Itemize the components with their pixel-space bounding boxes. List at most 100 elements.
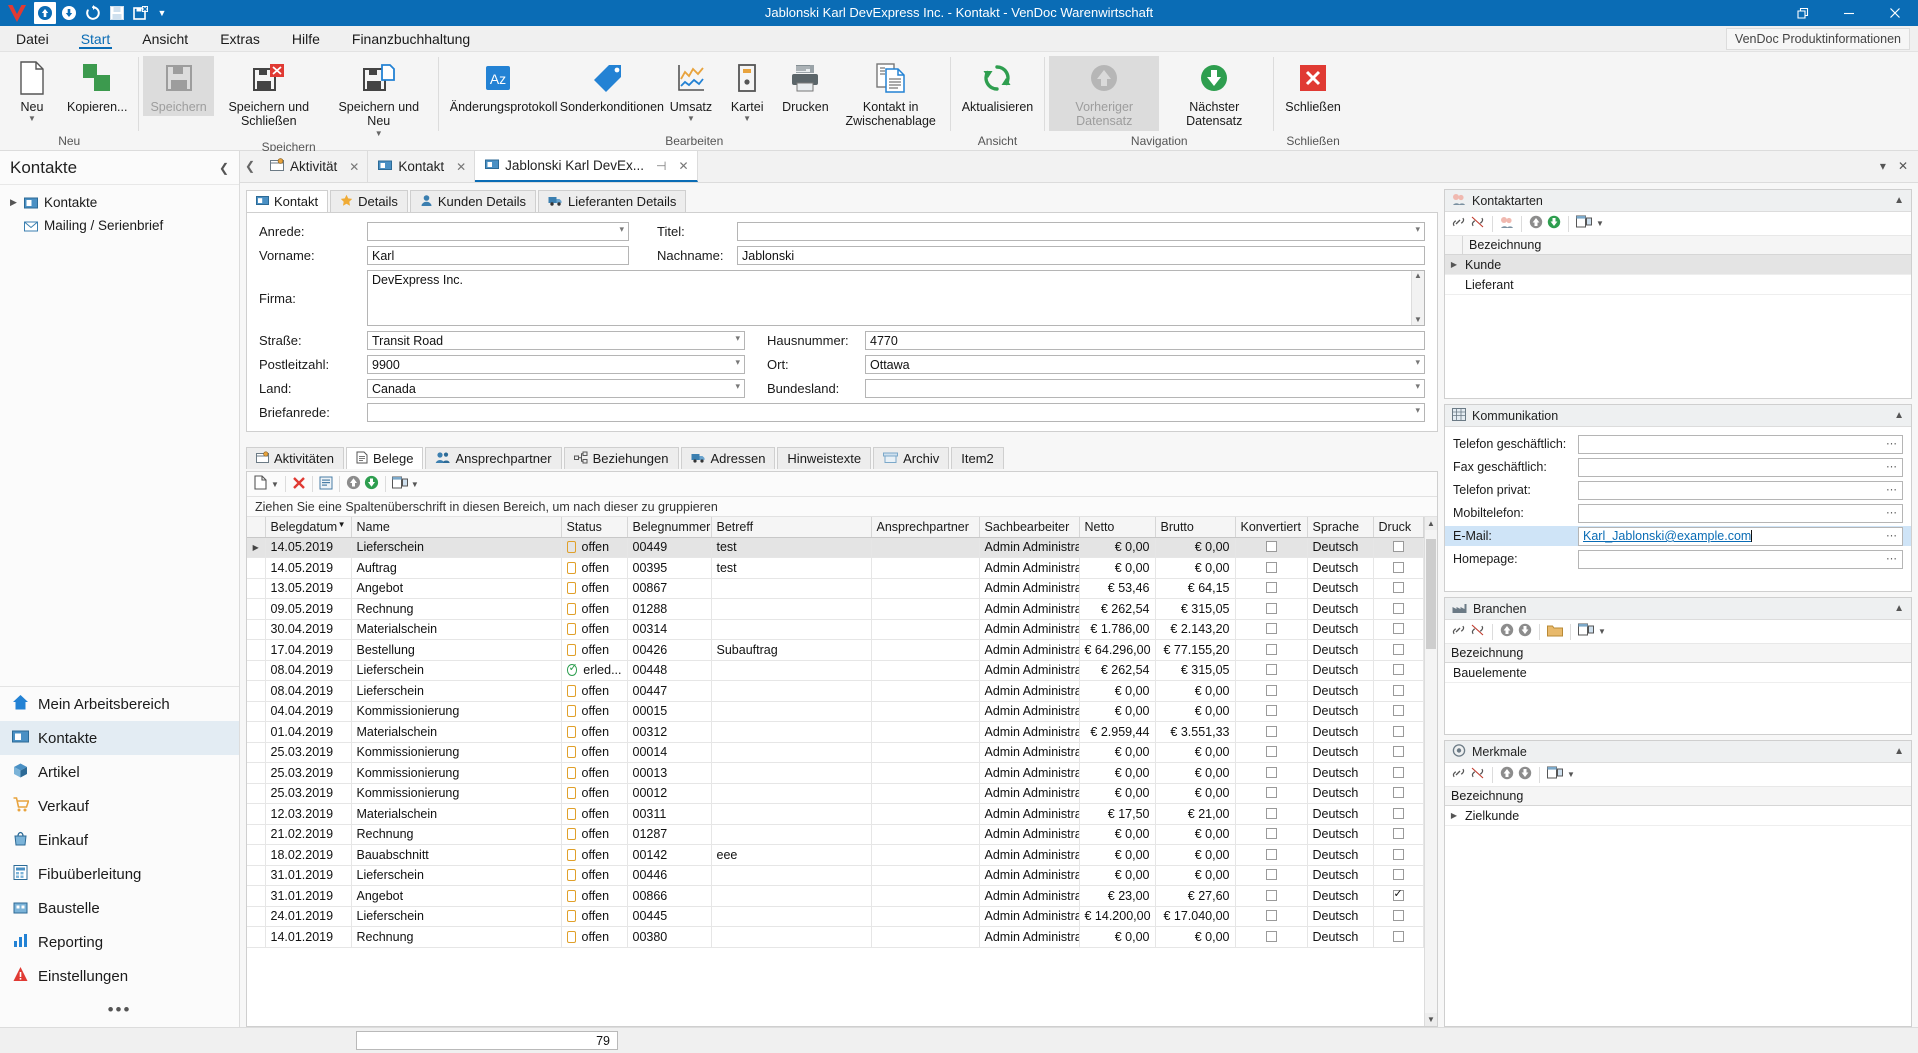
table-row[interactable]: 21.02.2019Rechnungoffen01287Admin Admini…	[247, 824, 1437, 845]
ribbon-button-naechster-datensatz[interactable]: Nächster Datensatz	[1159, 56, 1269, 131]
sidebar-item-fibuueberleitung[interactable]: Fibuüberleitung	[0, 857, 239, 891]
collapse-icon[interactable]: ▲	[1894, 746, 1904, 757]
cell-druck[interactable]	[1373, 824, 1423, 845]
sidebar-item-baustelle[interactable]: Baustelle	[0, 891, 239, 925]
cell-konvertiert[interactable]	[1235, 619, 1307, 640]
konvertiert-checkbox[interactable]	[1266, 767, 1277, 778]
chevron-down-icon[interactable]: ▼	[743, 115, 751, 123]
ribbon-button-neu[interactable]: Neu ▼	[4, 56, 60, 125]
col-netto[interactable]: Netto	[1079, 517, 1155, 537]
konvertiert-checkbox[interactable]	[1266, 726, 1277, 737]
cell-konvertiert[interactable]	[1235, 886, 1307, 907]
arrow-up-circle-icon[interactable]	[1500, 766, 1514, 783]
firma-textarea[interactable]: DevExpress Inc. ▲ ▼	[367, 270, 1425, 326]
chevron-right-icon[interactable]: ▶	[10, 197, 24, 208]
unlink-icon[interactable]	[1470, 623, 1485, 640]
cell-konvertiert[interactable]	[1235, 722, 1307, 743]
folder-icon[interactable]	[1547, 624, 1563, 640]
cell-konvertiert[interactable]	[1235, 599, 1307, 620]
cell-druck[interactable]	[1373, 865, 1423, 886]
konvertiert-checkbox[interactable]	[1266, 808, 1277, 819]
cell-druck[interactable]	[1373, 722, 1423, 743]
sidebar-item-reporting[interactable]: Reporting	[0, 925, 239, 959]
ribbon-button-drucken[interactable]: Drucken	[775, 56, 836, 116]
konvertiert-checkbox[interactable]	[1266, 603, 1277, 614]
cell-konvertiert[interactable]	[1235, 927, 1307, 948]
tab-ansprechpartner[interactable]: Ansprechpartner	[425, 447, 561, 469]
col-druck[interactable]: Druck	[1373, 517, 1423, 537]
ribbon-button-speichern-und-schliessen[interactable]: Speichern und Schließen	[214, 56, 324, 131]
druck-checkbox[interactable]	[1393, 644, 1404, 655]
scroll-up-icon[interactable]: ▲	[1425, 517, 1437, 530]
konvertiert-checkbox[interactable]	[1266, 562, 1277, 573]
col-belegnummer[interactable]: Belegnummer	[627, 517, 711, 537]
layout-icon[interactable]	[392, 476, 408, 493]
link-icon[interactable]	[1451, 215, 1466, 232]
druck-checkbox[interactable]	[1393, 705, 1404, 716]
col-bezeichnung[interactable]: Bezeichnung	[1445, 789, 1523, 803]
grid-vertical-scrollbar[interactable]: ▲ ▼	[1424, 517, 1437, 1026]
tab-archiv[interactable]: Archiv	[873, 447, 949, 469]
cell-druck[interactable]	[1373, 599, 1423, 620]
telefon-geschaeftlich-input[interactable]: ⋯	[1578, 435, 1903, 454]
land-select[interactable]: Canada	[367, 379, 745, 398]
cell-konvertiert[interactable]	[1235, 701, 1307, 722]
tab-details[interactable]: Details	[330, 190, 408, 212]
arrow-up-circle-icon[interactable]	[346, 475, 361, 493]
table-row[interactable]: 01.04.2019Materialscheinoffen00312Admin …	[247, 722, 1437, 743]
cell-konvertiert[interactable]	[1235, 783, 1307, 804]
refresh-icon[interactable]	[82, 2, 104, 24]
list-item[interactable]: ▶ Zielkunde	[1445, 806, 1911, 826]
druck-checkbox[interactable]	[1393, 787, 1404, 798]
ribbon-button-kopieren[interactable]: Kopieren...	[60, 56, 134, 116]
cell-konvertiert[interactable]	[1235, 640, 1307, 661]
konvertiert-checkbox[interactable]	[1266, 910, 1277, 921]
table-row[interactable]: 09.05.2019Rechnungoffen01288Admin Admini…	[247, 599, 1437, 620]
druck-checkbox[interactable]	[1393, 890, 1404, 901]
menu-ansicht[interactable]: Ansicht	[126, 26, 204, 51]
chevron-down-icon[interactable]: ▼	[1598, 627, 1606, 636]
tab-adressen[interactable]: Adressen	[681, 447, 776, 469]
table-row[interactable]: 25.03.2019Kommissionierungoffen00013Admi…	[247, 763, 1437, 784]
cell-druck[interactable]	[1373, 804, 1423, 825]
table-row[interactable]: 25.03.2019Kommissionierungoffen00014Admi…	[247, 742, 1437, 763]
table-row[interactable]: 13.05.2019Angebotoffen00867Admin Adminis…	[247, 578, 1437, 599]
save-icon[interactable]	[106, 2, 128, 24]
link-icon[interactable]	[1451, 766, 1466, 783]
tab-beziehungen[interactable]: Beziehungen	[564, 447, 679, 469]
collapse-icon[interactable]: ▲	[1894, 410, 1904, 421]
close-icon[interactable]: ✕	[456, 160, 466, 174]
collapse-icon[interactable]: ▲	[1894, 603, 1904, 614]
chevron-down-icon[interactable]: ▼	[1567, 770, 1575, 779]
close-icon[interactable]: ✕	[349, 160, 359, 174]
sidebar-more-button[interactable]: •••	[0, 993, 239, 1027]
ellipsis-icon[interactable]: ⋯	[1886, 483, 1898, 496]
strasse-select[interactable]: Transit Road	[367, 331, 745, 350]
konvertiert-checkbox[interactable]	[1266, 582, 1277, 593]
arrow-down-circle-icon[interactable]	[1518, 766, 1532, 783]
cell-konvertiert[interactable]	[1235, 578, 1307, 599]
cell-konvertiert[interactable]	[1235, 906, 1307, 927]
chevron-down-icon[interactable]: ▼	[687, 115, 695, 123]
list-item[interactable]: Bauelemente	[1445, 663, 1911, 683]
cell-druck[interactable]	[1373, 845, 1423, 866]
druck-checkbox[interactable]	[1393, 767, 1404, 778]
chevron-down-icon[interactable]: ▼	[411, 480, 419, 489]
table-row[interactable]: 14.01.2019Rechnungoffen00380Admin Admini…	[247, 927, 1437, 948]
arrow-up-circle-icon[interactable]	[1529, 215, 1543, 232]
druck-checkbox[interactable]	[1393, 808, 1404, 819]
plz-select[interactable]: 9900	[367, 355, 745, 374]
druck-checkbox[interactable]	[1393, 685, 1404, 696]
druck-checkbox[interactable]	[1393, 582, 1404, 593]
nachname-input[interactable]: Jablonski	[737, 246, 1425, 265]
arrow-down-circle-icon[interactable]	[1518, 623, 1532, 640]
col-sachbearbeiter[interactable]: Sachbearbeiter	[979, 517, 1079, 537]
col-belegdatum[interactable]: Belegdatum ▼	[265, 517, 351, 537]
col-name[interactable]: Name	[351, 517, 561, 537]
col-ansprechpartner[interactable]: Ansprechpartner	[871, 517, 979, 537]
tab-hinweistexte[interactable]: Hinweistexte	[777, 447, 871, 469]
cell-druck[interactable]	[1373, 742, 1423, 763]
vorname-input[interactable]: Karl	[367, 246, 629, 265]
print-preview-icon[interactable]	[319, 476, 333, 493]
minimize-button[interactable]	[1826, 0, 1872, 26]
